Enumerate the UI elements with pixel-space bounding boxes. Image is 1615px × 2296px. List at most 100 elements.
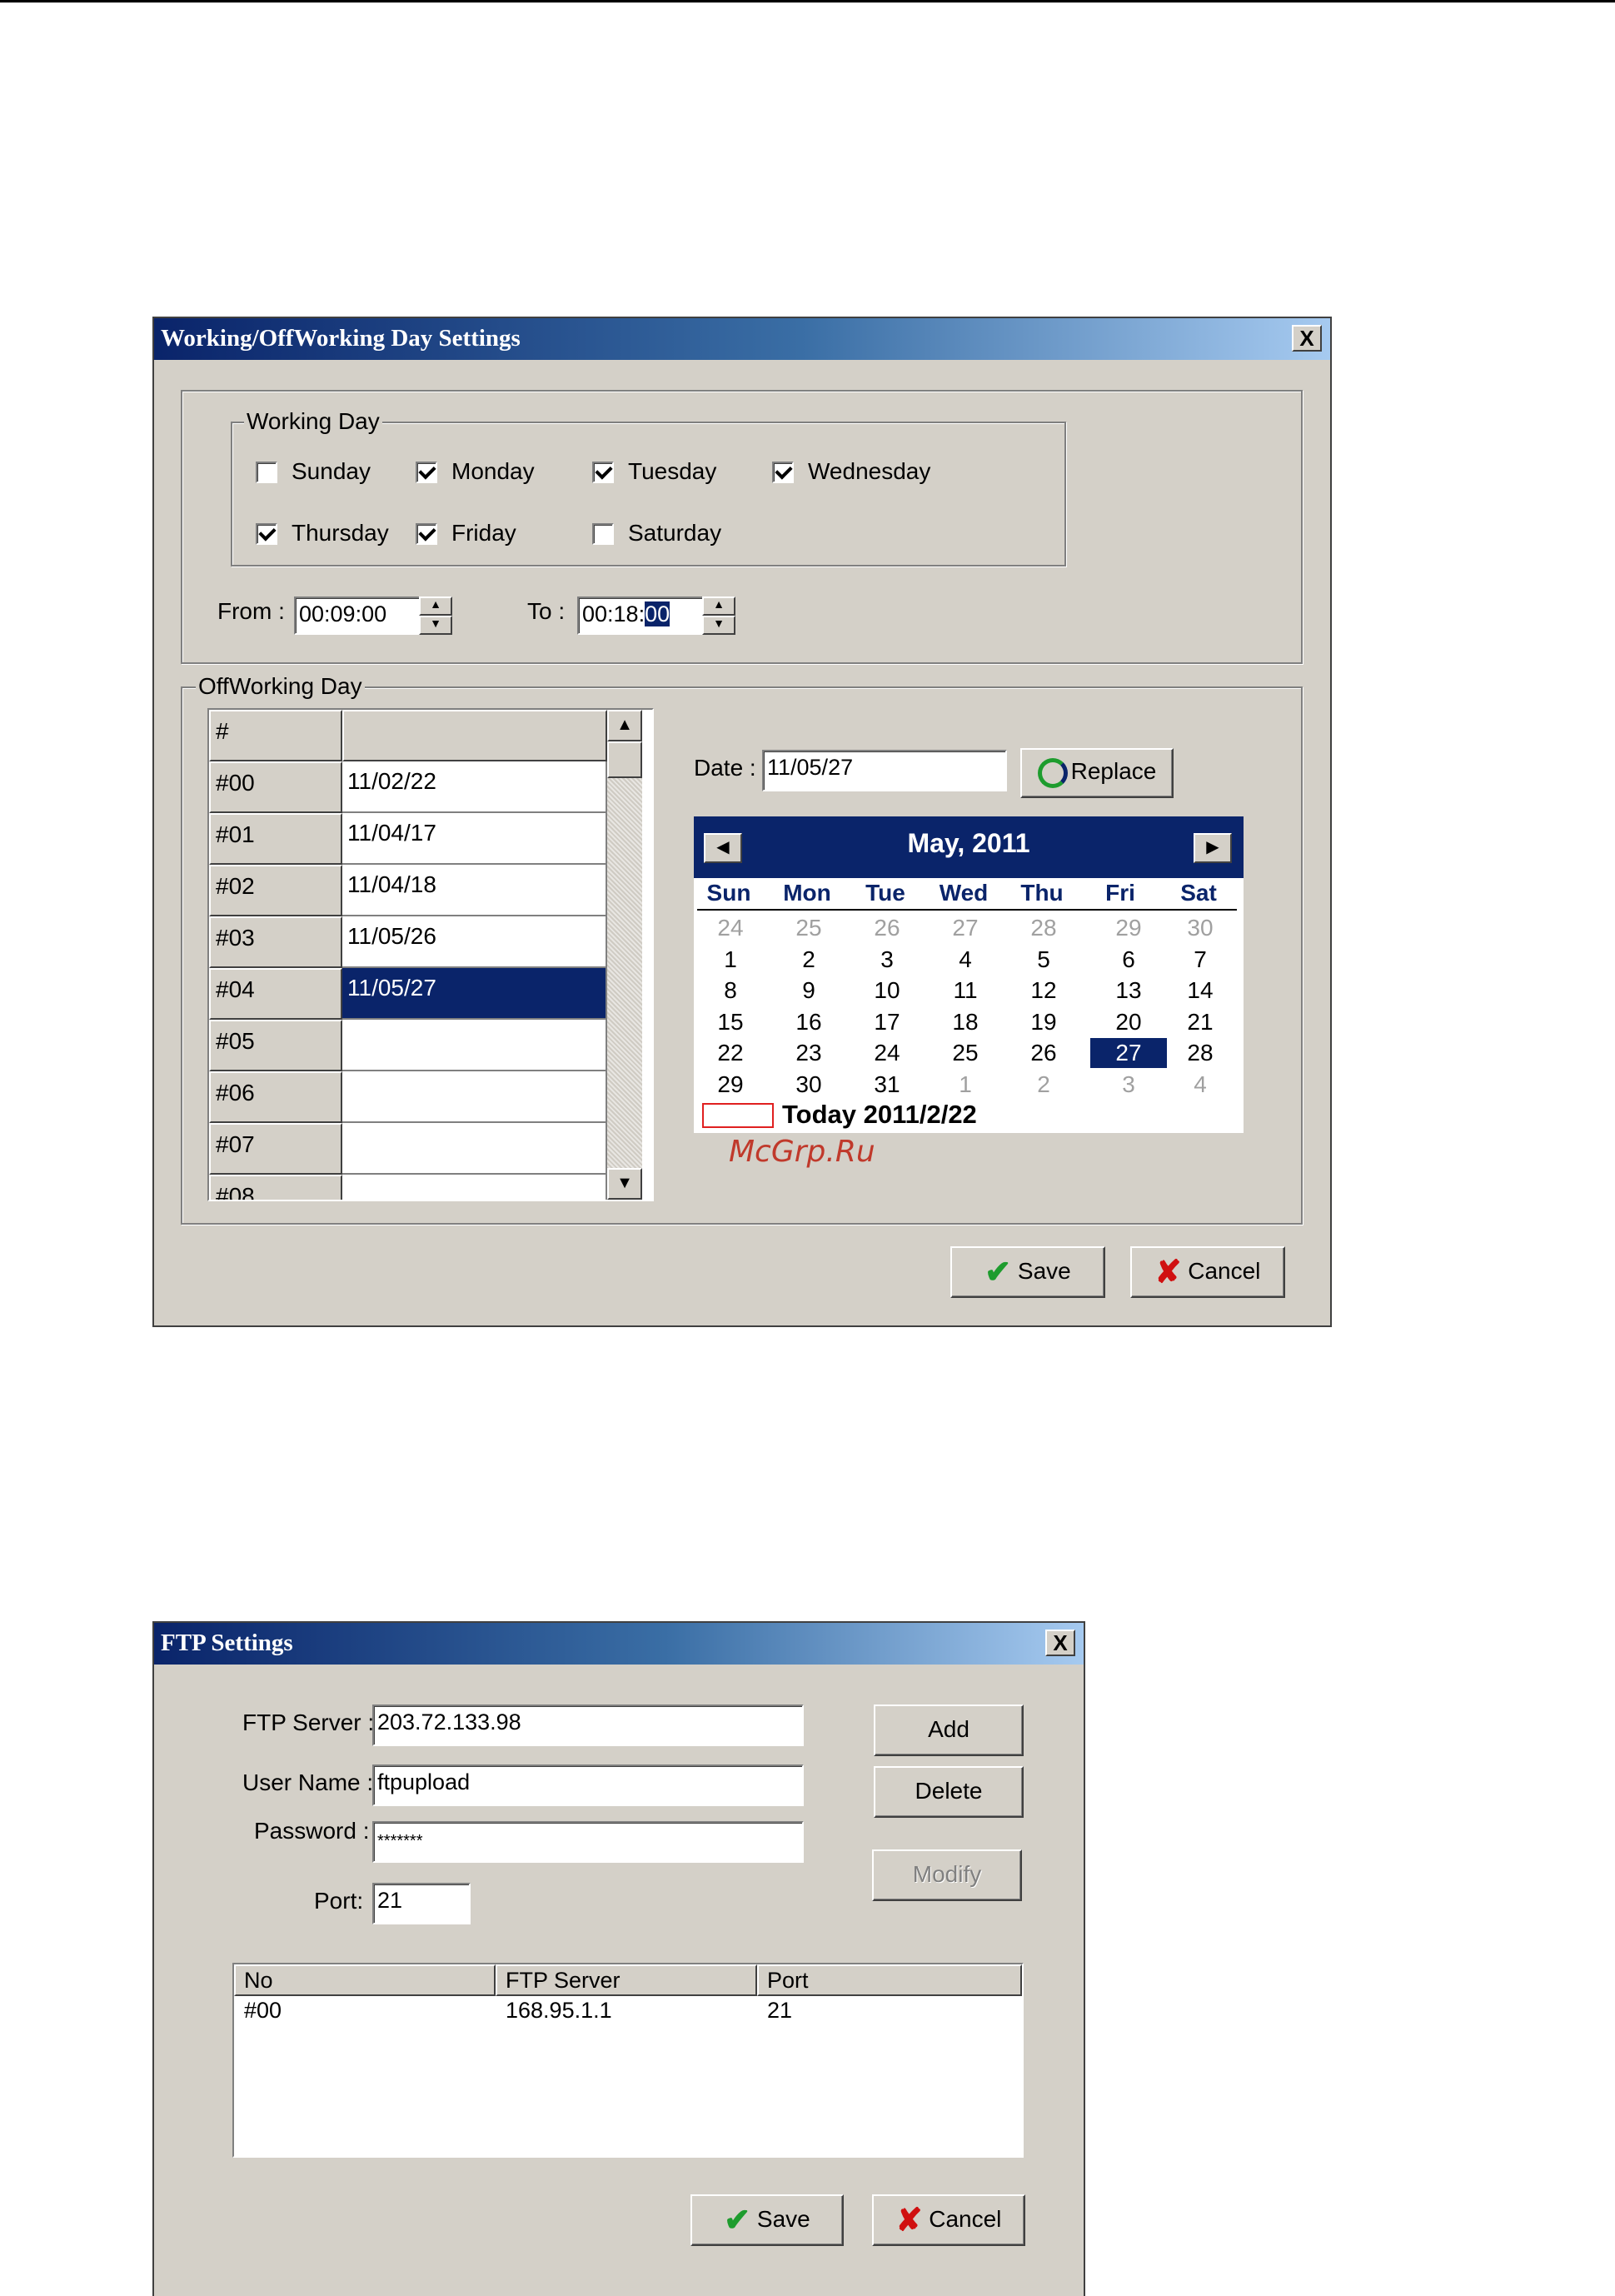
- calendar-day[interactable]: 5: [1010, 945, 1077, 975]
- grid-row-date[interactable]: [342, 1020, 607, 1071]
- grid-row-index[interactable]: #06: [209, 1071, 342, 1123]
- checkbox-tuesday[interactable]: [592, 462, 614, 483]
- next-month-button[interactable]: ▶: [1194, 833, 1232, 863]
- calendar-day[interactable]: 25: [932, 1038, 999, 1068]
- scroll-up-button[interactable]: ▲: [607, 710, 642, 741]
- grid-row-index[interactable]: #07: [209, 1123, 342, 1175]
- ftp-server-list[interactable]: No FTP Server Port #00 168.95.1.1 21: [232, 1963, 1024, 2158]
- offworking-day-grid[interactable]: # #00 11/02/22 #01 11/04/17 #02 11/04/18 #03 11…: [207, 708, 654, 1201]
- calendar-day[interactable]: 18: [932, 1007, 999, 1037]
- calendar-day[interactable]: 29: [697, 1070, 764, 1100]
- to-time-spinner[interactable]: ▲ ▼: [702, 596, 735, 635]
- calendar-day[interactable]: 2: [775, 945, 842, 975]
- calendar-day[interactable]: 16: [775, 1007, 842, 1037]
- user-name-field[interactable]: ftpupload: [372, 1764, 804, 1806]
- calendar-day[interactable]: 3: [854, 945, 920, 975]
- scroll-down-button[interactable]: ▼: [607, 1168, 642, 1200]
- calendar-day[interactable]: 11: [932, 976, 999, 1006]
- calendar-day[interactable]: 3: [1090, 1070, 1167, 1100]
- calendar-day[interactable]: 28: [1010, 913, 1077, 943]
- checkbox-thursday[interactable]: [256, 523, 277, 545]
- to-time-field[interactable]: 00:18:00: [577, 596, 704, 635]
- calendar-day[interactable]: 21: [1167, 1007, 1234, 1037]
- grid-row-date[interactable]: 11/04/18: [342, 865, 607, 916]
- ftp-server-field[interactable]: 203.72.133.98: [372, 1705, 804, 1746]
- checkbox-sunday[interactable]: [256, 462, 277, 483]
- vertical-scrollbar[interactable]: [607, 710, 642, 1200]
- replace-button[interactable]: Replace: [1020, 748, 1174, 798]
- spin-down-icon[interactable]: ▼: [419, 616, 452, 635]
- title-bar[interactable]: FTP Settings X: [154, 1623, 1084, 1665]
- month-calendar[interactable]: ◀ May, 2011 ▶ Sun Mon Tue Wed Thu Fri Sat 24 25…: [694, 816, 1244, 1133]
- calendar-day[interactable]: 28: [1167, 1038, 1234, 1068]
- calendar-day[interactable]: 1: [932, 1070, 999, 1100]
- cancel-button[interactable]: ✘ Cancel: [872, 2194, 1025, 2246]
- calendar-day[interactable]: 10: [854, 976, 920, 1006]
- calendar-day[interactable]: 15: [697, 1007, 764, 1037]
- grid-row-index[interactable]: #00: [209, 761, 342, 813]
- calendar-day[interactable]: 26: [854, 913, 920, 943]
- calendar-day[interactable]: 7: [1167, 945, 1234, 975]
- calendar-day[interactable]: 30: [1167, 913, 1234, 943]
- calendar-day[interactable]: 24: [854, 1038, 920, 1068]
- calendar-day[interactable]: 29: [1090, 913, 1167, 943]
- calendar-day[interactable]: 30: [775, 1070, 842, 1100]
- grid-row-date[interactable]: 11/04/17: [342, 813, 607, 865]
- calendar-day[interactable]: 6: [1090, 945, 1167, 975]
- checkbox-monday[interactable]: [416, 462, 437, 483]
- grid-row-index[interactable]: #02: [209, 865, 342, 916]
- date-field[interactable]: 11/05/27: [762, 750, 1007, 791]
- grid-row-index[interactable]: #04: [209, 968, 342, 1020]
- from-time-spinner[interactable]: ▲ ▼: [419, 596, 452, 635]
- calendar-day[interactable]: 22: [697, 1038, 764, 1068]
- from-time-field[interactable]: 00:09:00: [294, 596, 421, 635]
- delete-button[interactable]: Delete: [874, 1766, 1024, 1818]
- calendar-day[interactable]: 9: [775, 976, 842, 1006]
- add-button[interactable]: Add: [874, 1705, 1024, 1756]
- calendar-day[interactable]: 26: [1010, 1038, 1077, 1068]
- close-button[interactable]: X: [1292, 325, 1322, 352]
- calendar-day[interactable]: 12: [1010, 976, 1077, 1006]
- spin-up-icon[interactable]: ▲: [702, 596, 735, 616]
- spin-down-icon[interactable]: ▼: [702, 616, 735, 635]
- calendar-day[interactable]: 17: [854, 1007, 920, 1037]
- grid-row-date[interactable]: [342, 1175, 607, 1200]
- grid-row-index[interactable]: #08: [209, 1175, 342, 1200]
- grid-row-index[interactable]: #03: [209, 916, 342, 968]
- calendar-day[interactable]: 19: [1010, 1007, 1077, 1037]
- calendar-day[interactable]: 14: [1167, 976, 1234, 1006]
- calendar-day[interactable]: 27: [932, 913, 999, 943]
- checkbox-wednesday[interactable]: [772, 462, 794, 483]
- calendar-day[interactable]: 4: [932, 945, 999, 975]
- today-label[interactable]: Today 2011/2/22: [782, 1100, 977, 1130]
- checkbox-friday[interactable]: [416, 523, 437, 545]
- calendar-day[interactable]: 31: [854, 1070, 920, 1100]
- calendar-day[interactable]: 20: [1090, 1007, 1167, 1037]
- grid-row-index[interactable]: #05: [209, 1020, 342, 1071]
- password-field[interactable]: *******: [372, 1821, 804, 1863]
- calendar-day[interactable]: 8: [697, 976, 764, 1006]
- grid-row-date[interactable]: [342, 1123, 607, 1175]
- grid-row-date[interactable]: 11/02/22: [342, 761, 607, 813]
- calendar-day[interactable]: 4: [1167, 1070, 1234, 1100]
- grid-row-index[interactable]: #01: [209, 813, 342, 865]
- grid-row-date[interactable]: 11/05/26: [342, 916, 607, 968]
- list-item[interactable]: #00 168.95.1.1 21: [234, 1998, 1022, 2028]
- calendar-day[interactable]: 24: [697, 913, 764, 943]
- list-header-port[interactable]: Port: [757, 1964, 1022, 1996]
- port-field[interactable]: 21: [372, 1883, 471, 1924]
- title-bar[interactable]: Working/OffWorking Day Settings X: [154, 318, 1330, 360]
- close-button[interactable]: X: [1045, 1630, 1075, 1656]
- scroll-thumb[interactable]: [607, 741, 642, 778]
- grid-row-date[interactable]: [342, 1071, 607, 1123]
- calendar-day[interactable]: 13: [1090, 976, 1167, 1006]
- save-button[interactable]: ✔ Save: [950, 1246, 1105, 1298]
- spin-up-icon[interactable]: ▲: [419, 596, 452, 616]
- modify-button[interactable]: Modify: [872, 1849, 1022, 1901]
- cancel-button[interactable]: ✘ Cancel: [1130, 1246, 1285, 1298]
- list-header-no[interactable]: No: [234, 1964, 496, 1996]
- checkbox-saturday[interactable]: [592, 523, 614, 545]
- save-button[interactable]: ✔ Save: [690, 2194, 844, 2246]
- calendar-day[interactable]: 27: [1090, 1038, 1167, 1068]
- grid-row-date[interactable]: 11/05/27: [342, 968, 607, 1020]
